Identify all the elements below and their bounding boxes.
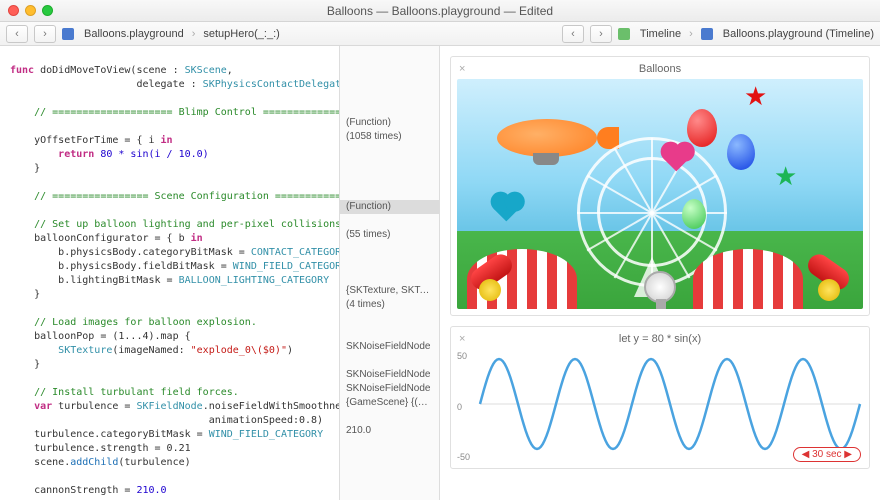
result-row[interactable]: 210.0 xyxy=(340,424,439,438)
result-row[interactable]: (Function) xyxy=(340,116,439,130)
nav-back-button[interactable]: ‹ xyxy=(6,25,28,43)
window-title: Balloons — Balloons.playground — Edited xyxy=(0,4,880,18)
value-history-graph: × let y = 80 * sin(x) 50 0 -50 ◀ 30 sec … xyxy=(450,326,870,469)
cannon-right-sprite xyxy=(802,251,857,301)
source-editor[interactable]: func doDidMoveToView(scene : SKScene, de… xyxy=(0,46,340,500)
breadcrumb-separator: › xyxy=(192,28,196,40)
cannon-left-sprite xyxy=(463,251,518,301)
timeline-nav-forward[interactable]: › xyxy=(590,25,612,43)
result-row[interactable]: {GameScene} {(Function)} {(F… xyxy=(340,396,439,410)
result-row[interactable]: SKNoiseFieldNode xyxy=(340,382,439,396)
result-row[interactable]: (Function) xyxy=(340,200,439,214)
playground-file-icon xyxy=(62,28,74,40)
result-row[interactable]: (1058 times) xyxy=(340,130,439,144)
graph-plot xyxy=(457,349,863,459)
game-scene-preview[interactable] xyxy=(457,79,863,309)
breadcrumb-timeline-file[interactable]: Balloons.playground (Timeline) xyxy=(723,28,874,40)
graph-close-button[interactable]: × xyxy=(459,333,465,345)
live-view-panel: × Balloons xyxy=(450,56,870,316)
result-row[interactable]: (55 times) xyxy=(340,228,439,242)
timeline-icon xyxy=(618,28,630,40)
live-view-close-button[interactable]: × xyxy=(459,63,465,75)
result-row[interactable]: SKNoiseFieldNode xyxy=(340,368,439,382)
balloon-sprite xyxy=(682,199,706,229)
breadcrumb-timeline[interactable]: Timeline xyxy=(640,28,681,40)
result-row[interactable]: {SKTexture, SKTexture, SKTe… xyxy=(340,284,439,298)
results-sidebar: (Function)(1058 times)(Function)(55 time… xyxy=(340,46,440,500)
source-code[interactable]: func doDidMoveToView(scene : SKScene, de… xyxy=(0,46,339,500)
window-titlebar: Balloons — Balloons.playground — Edited xyxy=(0,0,880,22)
jump-bar: ‹ › Balloons.playground › setupHero(_:_:… xyxy=(0,22,880,46)
nav-forward-button[interactable]: › xyxy=(34,25,56,43)
graph-y-axis: 50 0 -50 xyxy=(457,351,470,462)
graph-title-label: let y = 80 * sin(x) xyxy=(619,333,701,345)
result-row[interactable]: (4 times) xyxy=(340,298,439,312)
breadcrumb-symbol[interactable]: setupHero(_:_:) xyxy=(203,28,279,40)
heart-sprite xyxy=(494,195,521,222)
tent-sprite xyxy=(693,249,803,309)
fan-sprite xyxy=(644,271,676,303)
assistant-editor: × Balloons xyxy=(440,46,880,500)
timeline-duration-control[interactable]: ◀ 30 sec ▶ xyxy=(793,447,861,462)
breadcrumb-file[interactable]: Balloons.playground xyxy=(84,28,184,40)
balloon-sprite xyxy=(727,134,755,170)
playground-timeline-file-icon xyxy=(701,28,713,40)
timeline-nav-back[interactable]: ‹ xyxy=(562,25,584,43)
live-view-title: Balloons xyxy=(639,63,681,75)
breadcrumb-separator: › xyxy=(689,28,693,40)
balloon-sprite xyxy=(687,109,717,147)
result-row[interactable]: SKNoiseFieldNode xyxy=(340,340,439,354)
